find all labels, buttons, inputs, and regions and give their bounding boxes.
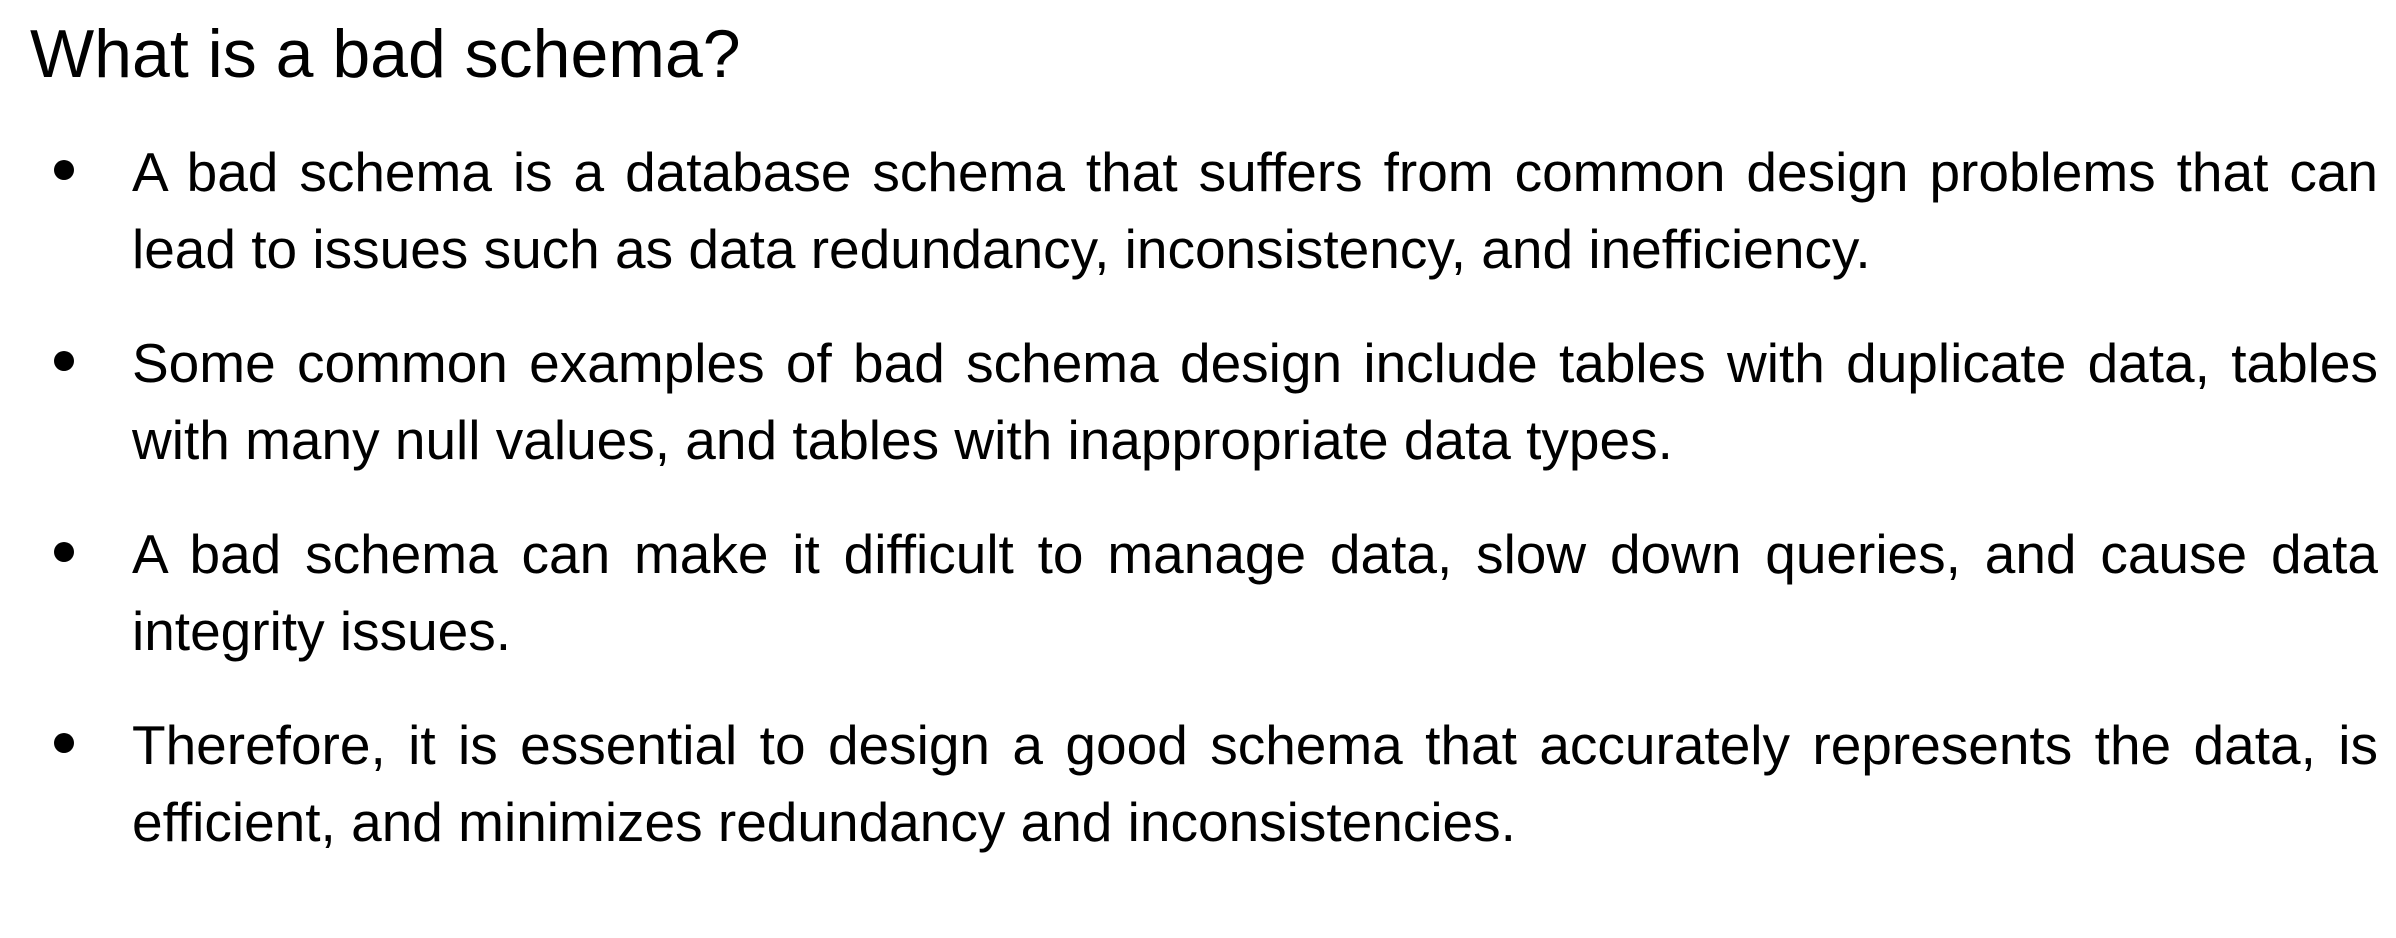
bullet-text: Some common examples of bad schema desig…: [132, 332, 2378, 471]
slide-title: What is a bad schema?: [30, 16, 741, 92]
bullet-list: A bad schema is a database schema that s…: [0, 134, 2396, 898]
bullet-item: A bad schema can make it difficult to ma…: [0, 516, 2396, 670]
bullet-dot-icon: [54, 542, 74, 562]
bullet-text: A bad schema is a database schema that s…: [132, 141, 2378, 280]
bullet-dot-icon: [54, 351, 74, 371]
bullet-item: Some common examples of bad schema desig…: [0, 325, 2396, 479]
bullet-dot-icon: [54, 160, 74, 180]
bullet-text: A bad schema can make it difficult to ma…: [132, 523, 2378, 662]
bullet-text: Therefore, it is essential to design a g…: [132, 714, 2378, 853]
bullet-item: A bad schema is a database schema that s…: [0, 134, 2396, 288]
bullet-item: Therefore, it is essential to design a g…: [0, 707, 2396, 861]
bullet-dot-icon: [54, 733, 74, 753]
slide: What is a bad schema? A bad schema is a …: [0, 0, 2396, 938]
